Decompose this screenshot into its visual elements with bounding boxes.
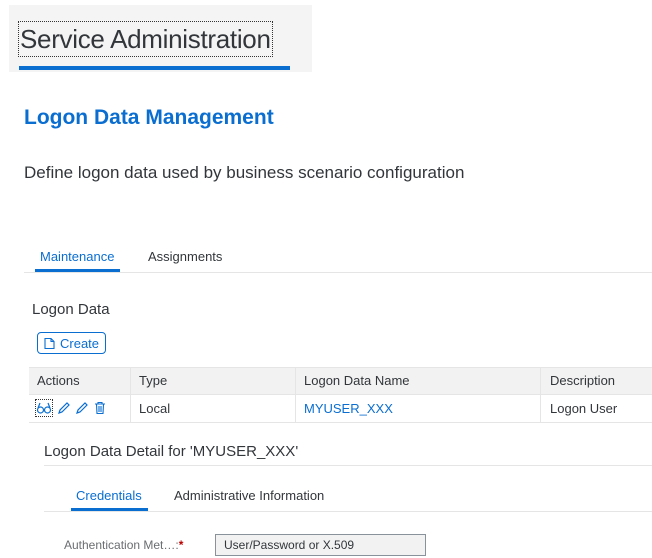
edit-icon[interactable] [57,401,71,415]
tab-administrative-information[interactable]: Administrative Information [174,488,324,503]
authentication-method-label-text: Authentication Met…: [64,538,179,552]
table-row-divider [29,422,652,423]
detail-title: Logon Data Detail for 'MYUSER_XXX' [44,443,299,460]
cell-description: Logon User [550,401,618,416]
edit-icon[interactable] [75,401,89,415]
service-admin-tab-indicator [19,66,290,70]
column-separator [130,367,131,423]
tab-credentials[interactable]: Credentials [76,488,142,503]
detail-tabs-divider [44,511,652,512]
tabs-divider [24,272,652,273]
create-button[interactable]: Create [37,332,107,354]
column-header-logon-data-name: Logon Data Name [304,373,410,388]
column-header-actions: Actions [37,373,80,388]
column-header-description: Description [550,373,616,388]
column-separator [295,367,296,423]
tab-maintenance[interactable]: Maintenance [40,249,114,264]
column-header-type: Type [139,373,168,388]
display-icon[interactable] [35,399,53,417]
service-admin-title[interactable]: Service Administration [18,21,273,57]
logon-data-section-title: Logon Data [32,301,110,318]
column-separator [540,367,541,423]
required-marker: * [178,538,184,552]
authentication-method-field[interactable]: User/Password or X.509 [215,534,426,556]
logon-data-name-link[interactable]: MYUSER_XXX [304,401,393,416]
page-subtitle: Define logon data used by business scena… [24,163,465,182]
delete-icon[interactable] [93,401,107,415]
create-button-label: Create [60,335,100,351]
cell-type: Local [139,401,171,416]
authentication-method-label: Authentication Met…:* [64,538,183,552]
tab-assignments[interactable]: Assignments [148,249,222,264]
create-icon [43,337,56,350]
page-title: Logon Data Management [24,106,274,129]
detail-divider [44,465,652,466]
